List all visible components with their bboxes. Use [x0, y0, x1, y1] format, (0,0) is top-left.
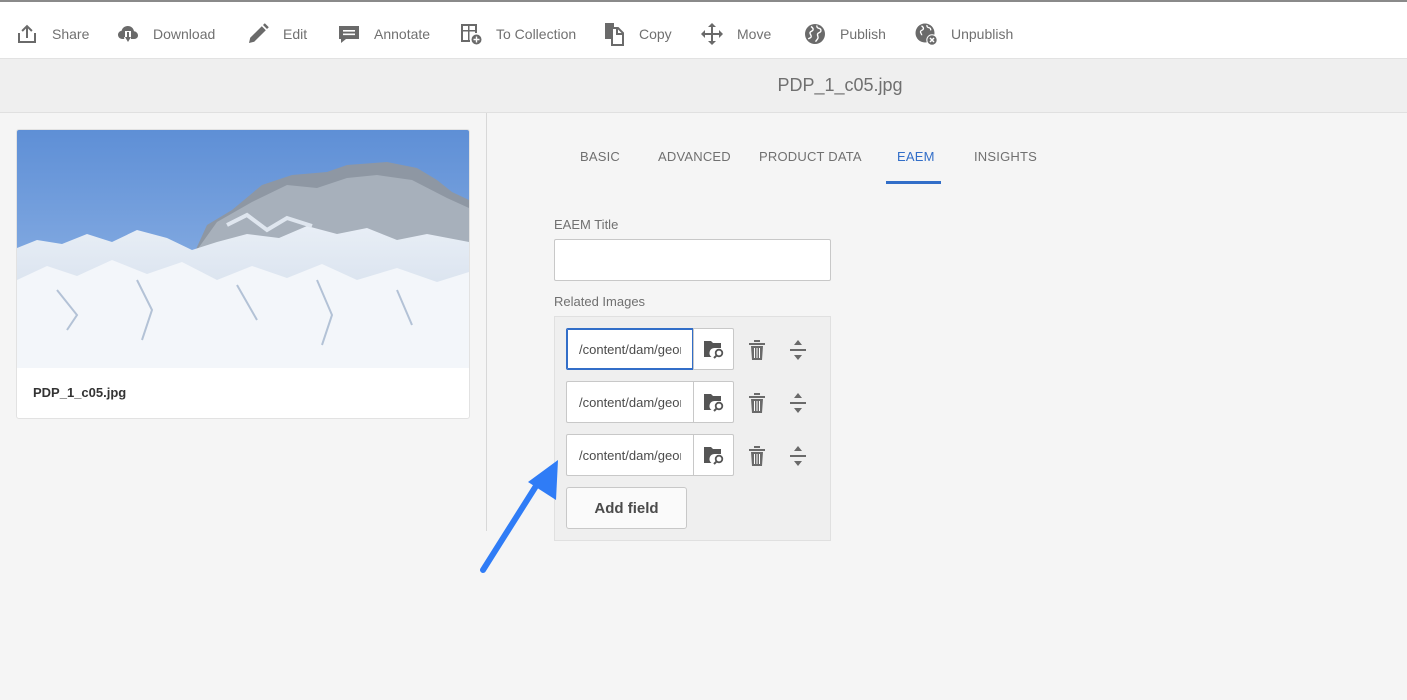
- asset-card[interactable]: PDP_1_c05.jpg: [16, 129, 470, 419]
- publish-button[interactable]: Publish: [803, 21, 886, 47]
- globe-remove-icon: [915, 23, 938, 46]
- pencil-icon: [249, 23, 269, 43]
- tab-insights[interactable]: INSIGHTS: [974, 149, 1037, 164]
- to-collection-label: To Collection: [496, 26, 577, 42]
- related-images-label: Related Images: [554, 294, 646, 309]
- browse-button[interactable]: [693, 381, 734, 423]
- tab-eaem[interactable]: EAEM: [897, 149, 935, 164]
- annotate-button[interactable]: Annotate: [337, 21, 430, 47]
- move-icon: [701, 23, 723, 45]
- copy-button[interactable]: Copy: [602, 21, 672, 47]
- add-to-collection-icon: [461, 24, 482, 45]
- comment-icon: [339, 26, 359, 43]
- trash-icon[interactable]: [745, 444, 769, 468]
- download-label: Download: [153, 26, 216, 42]
- card-title: PDP_1_c05.jpg: [33, 385, 127, 400]
- page-title: PDP_1_c05.jpg: [777, 75, 903, 95]
- eaem-title-label: EAEM Title: [554, 217, 619, 232]
- globe-icon: [805, 24, 825, 44]
- folder-search-icon: [703, 394, 723, 412]
- eaem-title-input[interactable]: [554, 239, 831, 281]
- related-image-path-input[interactable]: [566, 434, 694, 476]
- move-button[interactable]: Move: [700, 21, 771, 47]
- add-field-button[interactable]: Add field: [566, 487, 687, 529]
- annotation-arrow-icon: [480, 460, 558, 573]
- publish-label: Publish: [840, 26, 886, 42]
- reorder-handle-icon[interactable]: [786, 391, 810, 415]
- edit-label: Edit: [283, 26, 308, 42]
- tab-product-data[interactable]: PRODUCT DATA: [759, 149, 862, 164]
- tab-advanced[interactable]: ADVANCED: [658, 149, 731, 164]
- related-image-path-input[interactable]: [566, 381, 694, 423]
- share-button[interactable]: Share: [15, 21, 89, 47]
- edit-button[interactable]: Edit: [246, 21, 307, 47]
- browse-button[interactable]: [693, 434, 734, 476]
- reorder-handle-icon[interactable]: [786, 444, 810, 468]
- folder-search-icon: [703, 341, 723, 359]
- share-icon: [18, 24, 36, 43]
- reorder-handle-icon[interactable]: [786, 338, 810, 362]
- trash-icon[interactable]: [745, 338, 769, 362]
- annotate-label: Annotate: [374, 26, 431, 42]
- trash-icon[interactable]: [745, 391, 769, 415]
- copy-icon: [605, 23, 624, 46]
- unpublish-label: Unpublish: [951, 26, 1014, 42]
- cloud-download-icon: [118, 26, 138, 42]
- snowy-mountain-image: [17, 130, 469, 368]
- move-label: Move: [737, 26, 772, 42]
- related-image-path-input[interactable]: [566, 328, 694, 370]
- to-collection-button[interactable]: To Collection: [459, 21, 576, 47]
- browse-button[interactable]: [693, 328, 734, 370]
- active-tab-indicator: [886, 181, 941, 184]
- folder-search-icon: [703, 447, 723, 465]
- share-label: Share: [52, 26, 90, 42]
- unpublish-button[interactable]: Unpublish: [914, 21, 1013, 47]
- download-button[interactable]: Download: [116, 21, 215, 47]
- tab-basic[interactable]: BASIC: [580, 149, 620, 164]
- asset-title-bar: PDP_1_c05.jpg: [0, 59, 1407, 113]
- copy-label: Copy: [639, 26, 672, 42]
- action-toolbar: Share Download Edit Annotate To Collecti…: [0, 0, 1407, 59]
